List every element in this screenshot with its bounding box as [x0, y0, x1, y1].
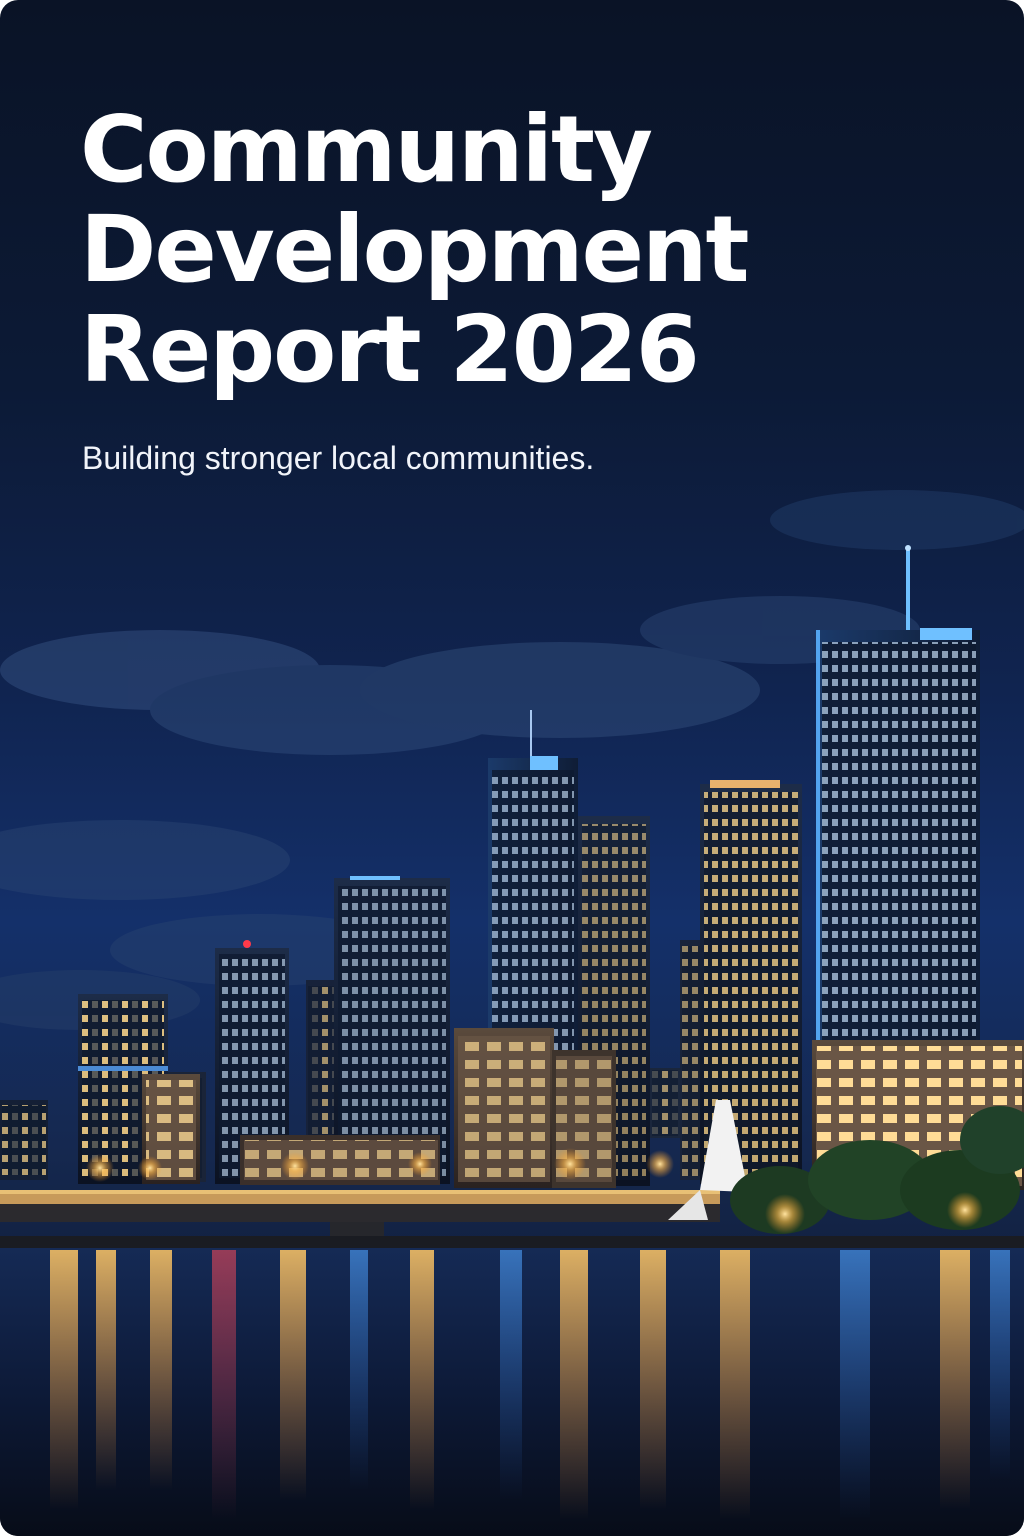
- report-cover: Community Development Report 2026 Buildi…: [0, 0, 1024, 1536]
- report-title: Community Development Report 2026: [80, 100, 940, 400]
- title-line-1: Community: [80, 96, 653, 203]
- night-city-skyline-over-river-icon: [0, 490, 1024, 1536]
- title-line-2: Development: [80, 196, 749, 303]
- riverbank: [0, 1236, 1024, 1248]
- report-subtitle: Building stronger local communities.: [82, 440, 595, 476]
- title-line-3: Report 2026: [80, 296, 700, 403]
